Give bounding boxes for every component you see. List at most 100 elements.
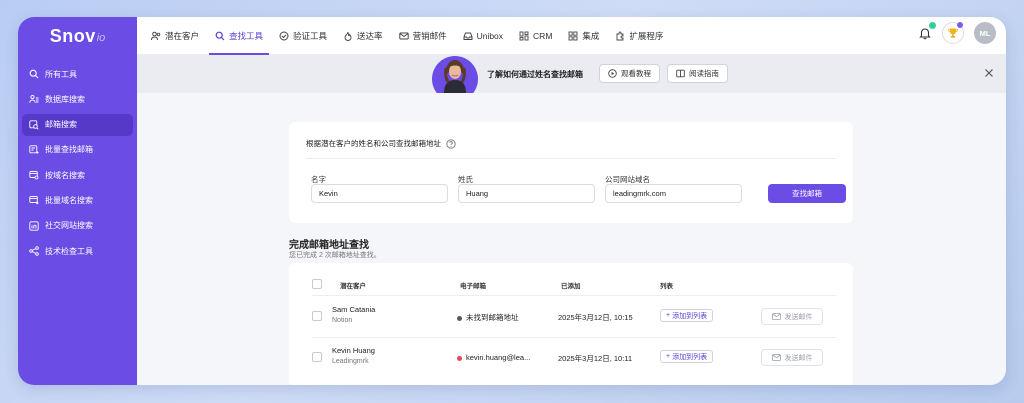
row-checkbox[interactable] (312, 311, 322, 321)
add-to-list-button[interactable]: + 添加到列表 (660, 309, 714, 322)
nav-label: CRM (533, 31, 553, 41)
nav-item-finder[interactable]: 查找工具 (207, 17, 271, 55)
rewards-badge (957, 22, 963, 28)
sidebar-item-label: 批量域名搜索 (45, 195, 93, 205)
sidebar-item-label: 社交网站搜索 (45, 221, 93, 231)
plus-icon: + (666, 353, 671, 360)
email-value: 未找到邮箱地址 (466, 313, 519, 322)
nav-label: 送达率 (357, 31, 383, 41)
main-content: 了解如何通过姓名查找邮箱 观看教程 阅读指南 根据潜在客户的姓名和公司查找邮箱地… (137, 55, 1006, 385)
add-to-list-label: 添加到列表 (672, 312, 708, 320)
sidebar-item-email-finder[interactable]: 邮箱搜索 (22, 113, 133, 136)
prospect-company: Leadingmrk (332, 358, 369, 365)
domain-input[interactable]: leadingmrk.com (605, 184, 742, 203)
app-window: Snov io 潜在客户 查找工具 验证工具 送达率 营销邮件 Unibox C… (18, 17, 1006, 385)
sidebar-item-label: 技术检查工具 (45, 246, 93, 256)
close-icon[interactable] (984, 68, 994, 78)
sidebar-item-all-tools[interactable]: 所有工具 (22, 63, 133, 85)
added-date: 2025年3月12日, 10:11 (558, 354, 633, 363)
grid-icon (568, 31, 578, 41)
results-title: 完成邮箱地址查找 (289, 240, 369, 251)
prospect-name[interactable]: Sam Catania (332, 305, 375, 314)
column-header-email: 电子邮箱 (460, 283, 486, 290)
email-value[interactable]: kevin.huang@lea... (466, 353, 530, 362)
trophy-icon (948, 28, 958, 38)
nav-item-campaigns[interactable]: 营销邮件 (391, 17, 455, 55)
sidebar-item-domain-search[interactable]: 按域名搜索 (22, 164, 133, 186)
nav-label: 营销邮件 (412, 31, 447, 41)
first-name-input[interactable]: Kevin (311, 184, 448, 203)
nav-item-unibox[interactable]: Unibox (455, 17, 511, 55)
sidebar-item-bulk-domain[interactable]: 批量域名搜索 (22, 189, 133, 211)
logo-suffix: io (96, 32, 106, 44)
book-icon (676, 69, 685, 78)
nav-item-extensions[interactable]: 扩展程序 (607, 17, 671, 55)
rewards-button[interactable] (942, 22, 964, 44)
results-subtitle: 您已完成 2 次邮箱地址查找。 (289, 252, 381, 259)
find-email-button[interactable]: 查找邮箱 (768, 184, 846, 203)
main-nav: 潜在客户 查找工具 验证工具 送达率 营销邮件 Unibox CRM 集成 扩展… (143, 17, 671, 55)
select-all-checkbox[interactable] (312, 279, 322, 289)
plus-icon: + (666, 312, 671, 319)
email-search-card: 根据潜在客户的姓名和公司查找邮箱地址 名字 Kevin 姓氏 Huang 公司网… (289, 122, 853, 223)
prospect-company: Notion (332, 317, 353, 324)
sidebar-item-label: 数据库搜索 (45, 94, 85, 104)
help-icon[interactable] (446, 138, 456, 149)
sidebar: 所有工具 数据库搜索 邮箱搜索 批量查找邮箱 按域名搜索 批量域名搜索 社交网站… (18, 55, 137, 385)
column-header-list: 列表 (660, 283, 673, 290)
divider (306, 158, 836, 159)
email-status-dot (457, 355, 462, 361)
add-to-list-label: 添加到列表 (672, 353, 708, 361)
logo[interactable]: Snov io (18, 17, 137, 55)
nav-label: 查找工具 (229, 31, 264, 41)
inbox-icon (463, 32, 473, 40)
last-name-input[interactable]: Huang (458, 184, 595, 203)
watch-tutorial-button[interactable]: 观看教程 (599, 64, 660, 83)
send-email-label: 发送邮件 (784, 313, 813, 321)
notification-badge (929, 22, 936, 29)
search-card-title: 根据潜在客户的姓名和公司查找邮箱地址 (306, 138, 456, 149)
nav-item-prospects[interactable]: 潜在客户 (143, 17, 207, 55)
social-icon (29, 221, 39, 231)
nav-item-deliverability[interactable]: 送达率 (335, 17, 391, 55)
nav-item-verifier[interactable]: 验证工具 (271, 17, 335, 55)
sidebar-item-tech-checker[interactable]: 技术检查工具 (22, 240, 133, 262)
sidebar-item-label: 邮箱搜索 (45, 120, 77, 130)
search-icon (215, 31, 225, 41)
nav-label: 潜在客户 (165, 31, 200, 41)
mail-icon (771, 313, 781, 320)
bulk-email-icon (29, 145, 39, 154)
check-circle-icon (279, 31, 289, 41)
column-header-prospect: 潜在客户 (340, 283, 366, 290)
users-icon (151, 31, 161, 41)
divider (312, 337, 836, 338)
nav-label: 验证工具 (293, 31, 328, 41)
nav-item-crm[interactable]: CRM (511, 17, 560, 55)
logo-text: Snov (49, 25, 96, 46)
nav-item-integrations[interactable]: 集成 (560, 17, 607, 55)
avatar[interactable]: ML (974, 22, 996, 44)
nav-label: Unibox (476, 31, 504, 41)
play-circle-icon (608, 69, 617, 78)
prospect-name[interactable]: Kevin Huang (332, 346, 375, 355)
database-users-icon (29, 95, 39, 104)
puzzle-icon (616, 31, 624, 41)
presenter-photo (431, 56, 479, 93)
read-guide-button[interactable]: 阅读指南 (667, 64, 728, 83)
sidebar-item-social-search[interactable]: 社交网站搜索 (22, 215, 133, 237)
row-checkbox[interactable] (312, 352, 322, 362)
email-status-dot (457, 315, 462, 321)
bulk-domain-icon (29, 196, 39, 205)
send-email-button[interactable]: 发送邮件 (761, 308, 823, 325)
top-right-controls: ML (918, 22, 996, 44)
watch-tutorial-label: 观看教程 (621, 69, 651, 78)
sidebar-item-database-search[interactable]: 数据库搜索 (22, 88, 133, 110)
notifications-button[interactable] (918, 22, 936, 40)
email-cell: kevin.huang@lea... (457, 353, 530, 362)
search-icon (29, 69, 39, 79)
added-date: 2025年3月12日, 10:15 (558, 313, 633, 322)
sidebar-item-bulk-email[interactable]: 批量查找邮箱 (22, 139, 133, 161)
add-to-list-button[interactable]: + 添加到列表 (660, 350, 714, 363)
send-email-button[interactable]: 发送邮件 (761, 349, 823, 366)
send-email-label: 发送邮件 (784, 354, 813, 362)
